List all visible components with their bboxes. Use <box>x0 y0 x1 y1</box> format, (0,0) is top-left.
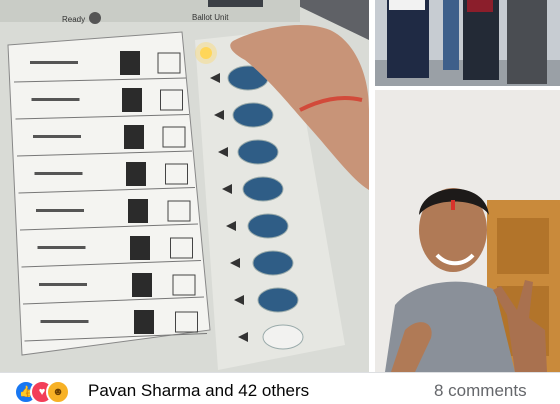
reaction-names-link[interactable]: Pavan Sharma and 42 others <box>88 381 309 401</box>
selfie-illustration <box>375 90 560 372</box>
candidate-name-line <box>30 61 78 64</box>
candidate-photo <box>134 310 154 334</box>
selfie-photo[interactable] <box>375 90 560 372</box>
candidate-photo <box>130 236 150 260</box>
candidate-name-line <box>40 320 89 323</box>
vote-button <box>257 287 299 313</box>
candidate-photo <box>128 199 148 223</box>
post-footer: 👍 ♥ ☻ Pavan Sharma and 42 others 8 comme… <box>0 372 560 404</box>
vote-button <box>237 139 279 165</box>
vote-button <box>232 102 274 128</box>
photo-grid: Ready Ballot Unit <box>0 0 560 372</box>
ready-label: Ready <box>62 15 85 24</box>
vote-button <box>262 324 304 350</box>
vote-button <box>252 250 294 276</box>
candidate-name-line <box>36 209 84 212</box>
vote-button <box>247 213 289 239</box>
reaction-icons[interactable]: 👍 ♥ ☻ <box>14 380 84 404</box>
comments-link[interactable]: 8 comments <box>434 381 527 401</box>
candidate-photo <box>120 51 140 75</box>
vote-button <box>242 176 284 202</box>
candidate-name-line <box>37 246 86 249</box>
candidate-photo <box>122 88 142 112</box>
haha-icon: ☻ <box>46 380 70 404</box>
candidate-name-line <box>34 172 83 175</box>
evm-photo[interactable]: Ready Ballot Unit <box>0 0 369 372</box>
evm-illustration: Ready Ballot Unit <box>0 0 369 372</box>
candidate-photo <box>132 273 152 297</box>
candidate-name-line <box>31 98 80 101</box>
crowd-photo[interactable] <box>375 0 560 86</box>
ballot-unit-label: Ballot Unit <box>192 13 229 22</box>
candidate-name-line <box>39 283 87 286</box>
candidate-photo <box>126 162 146 186</box>
candidate-photo <box>124 125 144 149</box>
crowd-illustration <box>375 0 560 86</box>
candidate-name-line <box>33 135 81 138</box>
